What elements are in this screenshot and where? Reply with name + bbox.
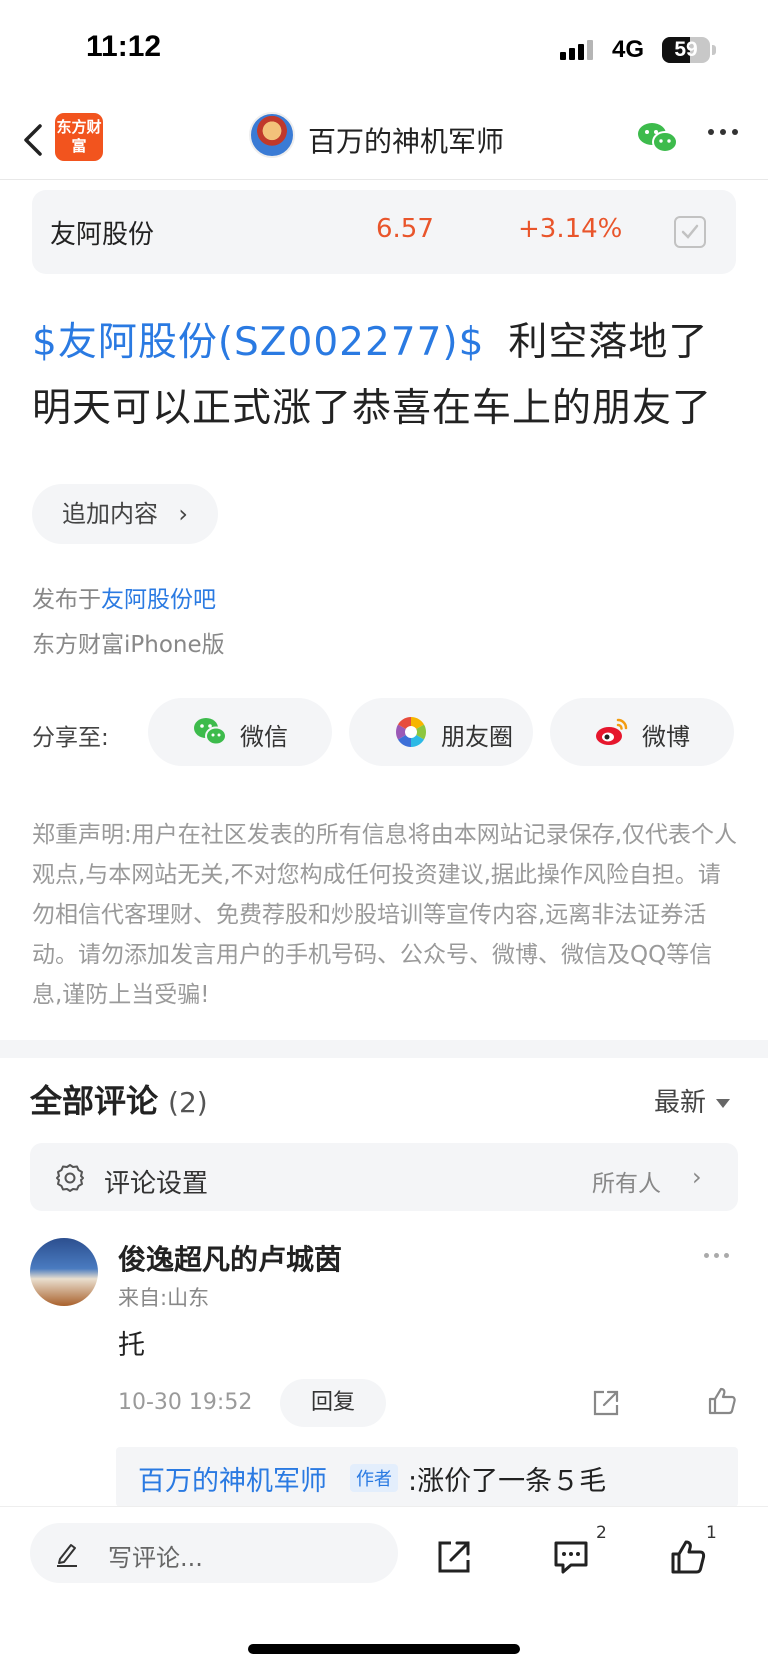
more-options-icon[interactable] xyxy=(708,124,744,140)
caret-down-icon xyxy=(716,1099,731,1108)
share-weibo-button[interactable]: 微博 xyxy=(550,698,734,766)
status-time: 11:12 xyxy=(86,30,162,63)
stock-price: 6.57 xyxy=(376,214,434,244)
disclaimer: 郑重声明:用户在社区发表的所有信息将由本网站记录保存,仅代表个人观点,与本网站无… xyxy=(32,822,738,1008)
like-count: 1 xyxy=(706,1523,717,1543)
reply-author[interactable]: 百万的神机军师 xyxy=(138,1459,327,1498)
comment-time: 10-30 19:52 xyxy=(118,1390,253,1415)
wechat-share-icon[interactable] xyxy=(636,120,680,156)
chevron-right-icon: › xyxy=(692,1163,702,1191)
post-content: $友阿股份(SZ002277)$ 利空落地了明天可以正式涨了恭喜在车上的朋友了 xyxy=(32,310,744,442)
reply-button[interactable]: 回复 xyxy=(280,1379,386,1427)
stock-name: 友阿股份 xyxy=(50,220,155,250)
app-logo[interactable]: 东方财富 xyxy=(55,113,103,161)
battery-level: 59 xyxy=(674,38,698,61)
status-bar: 11:12 4G 59 xyxy=(0,0,768,100)
share-weibo-label: 微博 xyxy=(642,723,690,751)
like-icon[interactable] xyxy=(668,1537,708,1577)
moments-icon xyxy=(395,717,427,747)
author-reply[interactable]: 百万的神机军师 作者 :涨价了一条５毛 xyxy=(116,1447,738,1507)
write-comment-input[interactable]: 写评论... xyxy=(30,1523,398,1583)
reply-text: :涨价了一条５毛 xyxy=(408,1466,607,1497)
comment-more-icon[interactable] xyxy=(704,1253,729,1258)
sort-dropdown[interactable]: 最新 xyxy=(654,1082,731,1119)
author-name[interactable]: 百万的神机军师 xyxy=(308,120,504,160)
comment-text: 托 xyxy=(118,1330,145,1361)
share-moments-label: 朋友圈 xyxy=(441,723,513,751)
nav-bar: 东方财富 百万的神机军师 xyxy=(0,100,768,180)
stock-card[interactable]: 友阿股份 6.57 +3.14% xyxy=(32,190,736,274)
share-label: 分享至: xyxy=(32,725,109,751)
bottom-bar: 写评论... 2 1 xyxy=(0,1506,768,1663)
cellular-signal-icon xyxy=(560,40,593,60)
share-wechat-button[interactable]: 微信 xyxy=(148,698,332,766)
author-avatar[interactable] xyxy=(249,112,295,158)
published-prefix: 发布于 xyxy=(32,587,101,613)
commenter-location: 来自:山东 xyxy=(118,1286,210,1310)
chevron-left-icon xyxy=(24,124,42,156)
comment-count: 2 xyxy=(596,1523,607,1543)
stock-change: +3.14% xyxy=(518,214,623,244)
weibo-icon xyxy=(596,718,628,745)
client-source: 东方财富iPhone版 xyxy=(32,632,225,658)
append-content-button[interactable]: 追加内容 › xyxy=(32,484,218,544)
back-button[interactable] xyxy=(16,118,52,162)
comment-settings-row[interactable]: 评论设置 所有人 › xyxy=(30,1143,738,1211)
published-in: 发布于友阿股份吧 xyxy=(32,580,216,614)
network-type: 4G xyxy=(612,36,645,63)
comment-icon[interactable] xyxy=(551,1537,591,1577)
comment-settings-label: 评论设置 xyxy=(104,1169,209,1199)
watchlist-check-icon[interactable] xyxy=(674,216,706,248)
home-indicator xyxy=(248,1644,520,1654)
comment-settings-value: 所有人 xyxy=(592,1171,661,1197)
share-icon[interactable] xyxy=(434,1537,474,1577)
wechat-icon xyxy=(194,718,227,746)
battery-icon: 59 xyxy=(662,37,710,63)
comment-share-icon[interactable] xyxy=(590,1387,622,1419)
share-wechat-label: 微信 xyxy=(240,723,288,751)
author-badge: 作者 xyxy=(350,1464,398,1492)
forum-link[interactable]: 友阿股份吧 xyxy=(101,587,216,613)
section-divider xyxy=(0,1040,768,1058)
share-moments-button[interactable]: 朋友圈 xyxy=(349,698,533,766)
comments-count: (2) xyxy=(168,1086,208,1119)
commenter-avatar[interactable] xyxy=(30,1238,98,1306)
battery-tip xyxy=(712,45,716,55)
stock-tag-link[interactable]: $友阿股份(SZ002277)$ xyxy=(32,320,484,365)
comments-header: 全部评论 (2) xyxy=(30,1076,208,1122)
write-comment-placeholder: 写评论... xyxy=(108,1544,203,1572)
comment-like-icon[interactable] xyxy=(706,1385,738,1417)
comments-title: 全部评论 xyxy=(30,1082,159,1120)
pen-icon xyxy=(57,1544,77,1567)
chevron-right-icon: › xyxy=(178,500,188,528)
gear-icon xyxy=(56,1164,84,1192)
commenter-name[interactable]: 俊逸超凡的卢城茵 xyxy=(118,1238,342,1278)
append-content-label: 追加内容 xyxy=(62,500,158,528)
sort-label: 最新 xyxy=(654,1088,707,1118)
